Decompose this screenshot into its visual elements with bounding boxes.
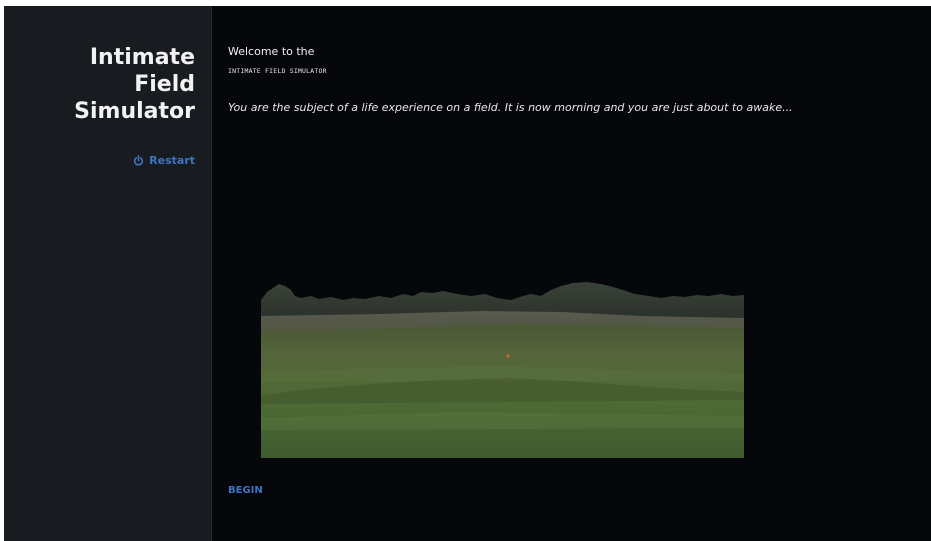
passage-content: Welcome to the INTIMATE FIELD SIMULATOR …: [228, 6, 918, 541]
story-title: Intimate Field Simulator: [15, 44, 195, 125]
field-image: [261, 282, 744, 458]
sidebar: Intimate Field Simulator Restart: [4, 6, 212, 541]
restart-label: Restart: [149, 154, 195, 167]
story-viewport: Intimate Field Simulator Restart Welcome…: [4, 6, 931, 541]
story-title-line-3: Simulator: [74, 99, 195, 124]
power-icon: [133, 155, 144, 166]
story-title-line-1: Intimate: [89, 45, 195, 70]
begin-link[interactable]: BEGIN: [228, 485, 263, 496]
intro-paragraph: You are the subject of a life experience…: [228, 101, 793, 114]
welcome-text: Welcome to the: [228, 45, 315, 58]
story-title-line-2: Field: [134, 72, 195, 97]
story-subtitle: INTIMATE FIELD SIMULATOR: [228, 67, 327, 75]
restart-button[interactable]: Restart: [133, 154, 195, 167]
